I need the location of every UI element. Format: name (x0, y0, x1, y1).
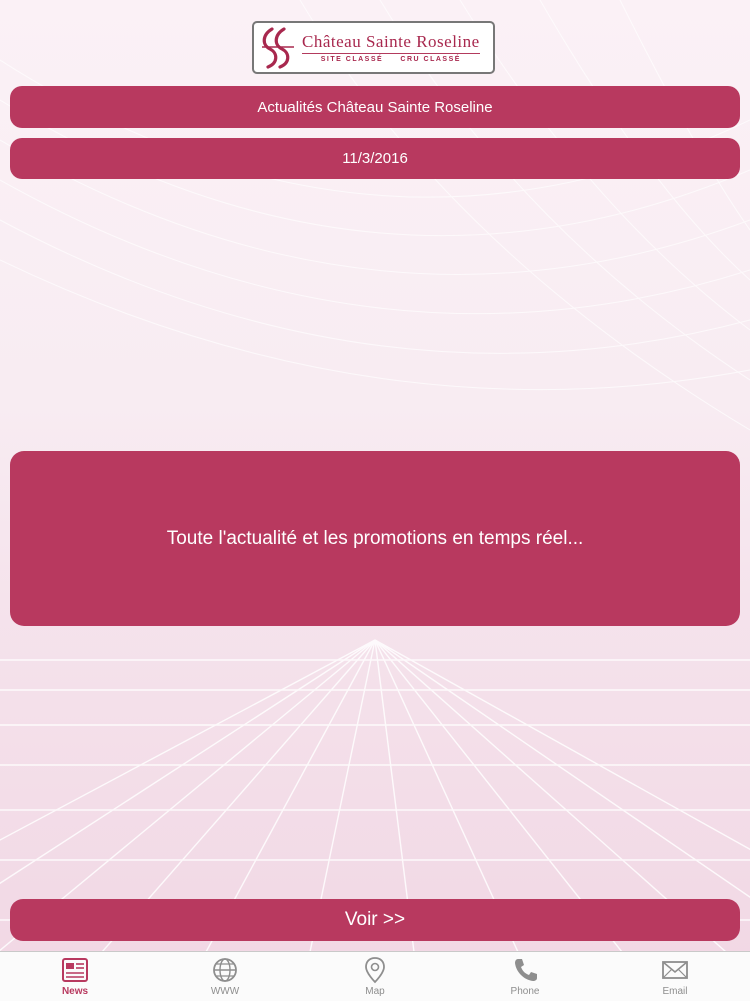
tab-email-label: Email (662, 986, 688, 997)
tab-map[interactable]: Map (300, 952, 450, 1001)
sr-monogram-icon (262, 27, 294, 69)
tab-phone[interactable]: Phone (450, 952, 600, 1001)
news-content-panel: Toute l'actualité et les promotions en t… (10, 451, 740, 626)
voir-button[interactable]: Voir >> (10, 899, 740, 941)
brand-subtitle-right: CRU CLASSÉ (400, 56, 461, 63)
tab-news[interactable]: News (0, 952, 150, 1001)
news-text: Toute l'actualité et les promotions en t… (166, 527, 584, 549)
tab-www[interactable]: WWW (150, 952, 300, 1001)
brand-name: Château Sainte Roseline (302, 32, 480, 54)
news-title-bar: Actualités Château Sainte Roseline (10, 86, 740, 128)
globe-icon (213, 958, 237, 982)
voir-button-label: Voir >> (344, 909, 406, 930)
tab-www-label: WWW (210, 986, 240, 997)
map-pin-icon (365, 957, 385, 984)
phone-icon (515, 959, 537, 981)
news-date-bar: 11/3/2016 (10, 138, 740, 179)
brand-logo: Château Sainte Roseline SITE CLASSÉ CRU … (252, 21, 495, 74)
brand-subtitle-left: SITE CLASSÉ (320, 56, 384, 63)
tab-phone-label: Phone (510, 986, 540, 997)
tab-email[interactable]: Email (600, 952, 750, 1001)
newspaper-icon (62, 958, 88, 982)
tab-news-label: News (61, 986, 89, 997)
tab-map-label: Map (365, 986, 385, 997)
envelope-icon (662, 961, 688, 979)
tab-bar: News WWW Map Phone Email (0, 951, 750, 1001)
brand-subtitle: SITE CLASSÉ CRU CLASSÉ (302, 56, 480, 63)
